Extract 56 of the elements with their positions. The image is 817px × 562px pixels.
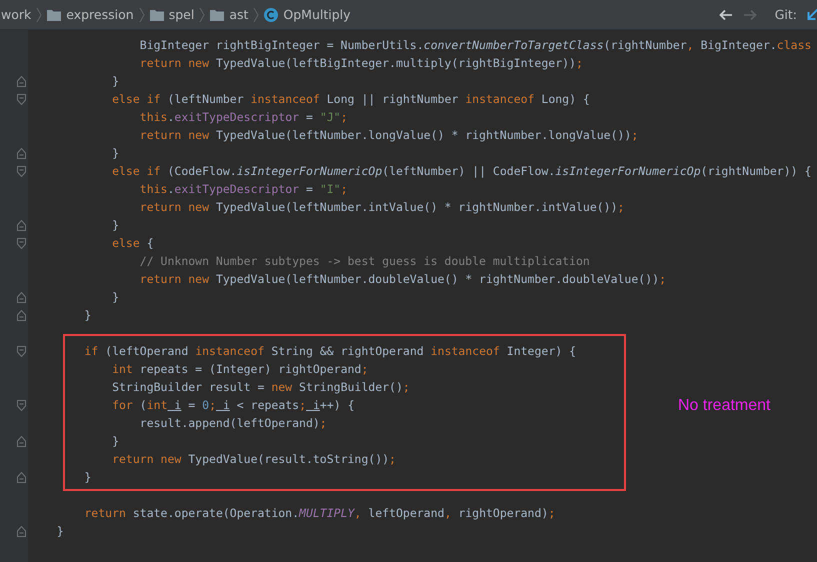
code-line: else { — [111, 235, 154, 252]
fold-end-marker-icon[interactable] — [17, 310, 26, 320]
code-line: } — [111, 73, 120, 90]
code-line: } — [111, 289, 120, 306]
code-line: return state.operate(Operation.MULTIPLY, leftOperand, rightOperand); — [83, 505, 556, 522]
code-line: result.append(leftOperand); — [138, 415, 327, 432]
fold-end-marker-icon[interactable] — [17, 220, 26, 230]
code-line: return new TypedValue(leftNumber.intValue() * rightNumber.intValue()); — [138, 199, 624, 216]
fold-end-marker-icon[interactable] — [17, 526, 26, 536]
breadcrumb-item[interactable]: OpMultiply — [264, 7, 351, 22]
code-line: } — [111, 145, 120, 162]
breadcrumb-item[interactable]: work — [1, 7, 32, 22]
code-line: else if (leftNumber instanceof Long || rightNumber instanceof Long) { — [111, 91, 590, 108]
fold-marker-icon[interactable] — [17, 238, 26, 248]
annotation-note: No treatment — [678, 397, 770, 415]
breadcrumb-item[interactable]: expression — [47, 7, 134, 22]
code-line: } — [111, 433, 120, 450]
fold-marker-icon[interactable] — [17, 346, 26, 356]
code-line: return new TypedValue(leftNumber.longValue() * rightNumber.longValue()); — [138, 127, 638, 144]
code-line: StringBuilder result = new StringBuilder(); — [111, 379, 410, 396]
breadcrumb-item[interactable]: spel — [150, 7, 194, 22]
fold-marker-icon[interactable] — [17, 94, 26, 104]
diagonal-arrow-icon[interactable] — [807, 8, 817, 22]
code-line: BigInteger rightBigInteger = NumberUtils.convertNumberToTargetClass(rightNumber, BigInteger.class — [138, 37, 812, 54]
code-line: if (leftOperand instanceof String && rightOperand instanceof Integer) { — [83, 343, 576, 360]
code-line: } — [83, 307, 92, 324]
code-line: } — [111, 217, 120, 234]
code-line: return new TypedValue(leftNumber.doubleValue() * rightNumber.doubleValue()); — [138, 271, 666, 288]
code-line: // Unknown Number subtypes -> best guess is double multiplication — [138, 253, 590, 270]
fold-marker-icon[interactable] — [17, 166, 26, 176]
code-line: return new TypedValue(leftBigInteger.multiply(rightBigInteger)); — [138, 55, 583, 72]
code-line: return new TypedValue(result.toString()); — [111, 451, 396, 468]
fold-marker-icon[interactable] — [17, 400, 26, 410]
folder-icon — [150, 8, 164, 20]
folder-icon — [47, 8, 62, 20]
vcs-label: Git: — [774, 7, 797, 22]
code-line: } — [83, 469, 92, 486]
code-line: int repeats = (Integer) rightOperand; — [111, 361, 368, 378]
class-icon — [264, 8, 278, 22]
code-line: } — [56, 523, 64, 540]
back-arrow-icon[interactable] — [718, 8, 733, 20]
fold-end-marker-icon[interactable] — [17, 436, 26, 446]
chevron-icon — [138, 6, 145, 22]
folder-icon — [210, 8, 224, 20]
code-line: else if (CodeFlow.isIntegerForNumericOp(leftNumber) || CodeFlow.isIntegerForNumericOp(rightNumber)) { — [111, 163, 812, 180]
fold-end-marker-icon[interactable] — [17, 76, 26, 86]
chevron-icon — [199, 6, 206, 22]
code-line: this.exitTypeDescriptor = "J"; — [138, 109, 348, 126]
code-line: this.exitTypeDescriptor = "I"; — [138, 181, 348, 198]
fold-end-marker-icon[interactable] — [17, 292, 26, 302]
fold-end-marker-icon[interactable] — [17, 472, 26, 482]
fold-end-marker-icon[interactable] — [17, 148, 26, 158]
chevron-icon — [36, 6, 42, 22]
breadcrumb-item[interactable]: ast — [210, 7, 248, 22]
chevron-icon — [253, 6, 260, 22]
code-line: for (int i = 0; i < repeats; i++) { — [111, 397, 355, 414]
